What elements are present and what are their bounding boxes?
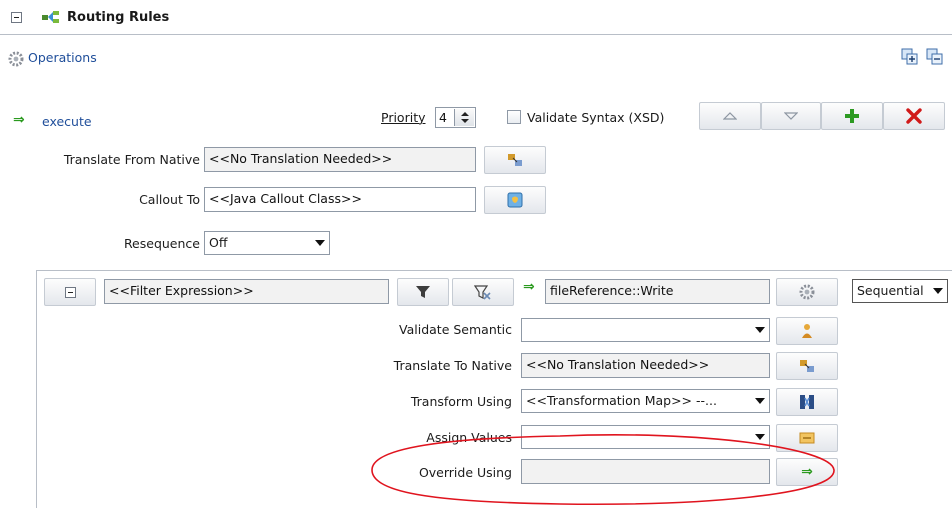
transform-using-value: <<Transformation Map>> --... [526,393,717,408]
callout-to-field[interactable]: <<Java Callout Class>> [204,187,476,212]
gear-icon [8,51,24,67]
priority-value: 4 [439,110,447,125]
transform-using-label: Transform Using [410,394,512,409]
callout-browse-button[interactable] [484,186,546,214]
resequence-label: Resequence [123,236,200,251]
execute-operation-link[interactable]: execute [42,114,92,129]
transform-using-select[interactable]: <<Transformation Map>> --... [521,389,770,413]
clear-filter-icon [474,285,491,300]
header-divider [0,34,952,35]
collapse-all-icon[interactable] [926,48,944,66]
operations-link[interactable]: Operations [28,50,97,65]
translation-icon [800,360,814,372]
schematron-icon [802,324,812,338]
filter-expression-field[interactable]: <<Filter Expression>> [104,279,389,304]
validate-semantic-button[interactable] [776,317,838,345]
expand-all-icon[interactable] [901,48,919,66]
transformation-map-icon [800,395,814,409]
execution-mode-select[interactable]: Sequential [852,279,948,303]
override-using-label: Override Using [418,465,512,480]
collapse-toggle-icon [64,286,76,298]
override-using-button[interactable]: ⇒ [776,458,838,486]
gear-icon [799,284,815,300]
priority-label: Priority [381,110,426,125]
move-up-button[interactable] [699,102,761,130]
priority-label-text: Priority [381,110,426,125]
assign-values-button[interactable] [776,424,838,452]
resequence-value: Off [209,235,228,250]
transform-map-button[interactable] [776,388,838,416]
validate-semantic-label: Validate Semantic [399,322,512,337]
green-arrow-icon: ⇒ [801,464,813,480]
execution-mode-value: Sequential [857,283,924,298]
priority-spinner[interactable]: 4 [435,107,476,128]
filter-icon [416,286,430,298]
add-button[interactable] [821,102,883,130]
collapse-routing-rules-toggle[interactable] [11,12,22,23]
translation-icon [508,154,522,166]
translate-from-native-field[interactable]: <<No Translation Needed>> [204,147,476,172]
routing-rules-icon [41,9,61,25]
callout-to-label: Callout To [139,192,200,207]
delete-button[interactable] [883,102,945,130]
clear-filter-button[interactable] [452,278,514,306]
validate-syntax-checkbox[interactable] [507,110,521,124]
page-title: Routing Rules [67,10,170,25]
resequence-select[interactable]: Off [204,231,330,255]
translate-to-native-field[interactable]: <<No Translation Needed>> [521,353,770,378]
translate-from-native-button[interactable] [484,146,546,174]
delete-icon [906,108,922,124]
filter-button[interactable] [397,278,449,306]
collapse-filter-button[interactable] [44,278,96,306]
assign-values-icon [799,432,815,444]
assign-values-label: Assign Values [426,430,512,445]
move-down-button[interactable] [761,102,821,130]
assign-values-select[interactable] [521,425,770,449]
translate-to-native-button[interactable] [776,352,838,380]
validate-semantic-select[interactable] [521,318,770,342]
add-icon [845,109,859,123]
target-settings-button[interactable] [776,278,838,306]
translate-from-native-label: Translate From Native [63,152,200,167]
route-target-arrow-icon: ⇒ [523,279,535,295]
green-arrow-icon: ⇒ [13,112,25,128]
route-target-field: fileReference::Write [545,279,770,304]
spinner-arrows-icon[interactable] [454,109,474,126]
java-class-icon [507,192,523,208]
translate-to-native-label: Translate To Native [393,358,512,373]
override-using-field[interactable] [521,459,770,484]
validate-syntax-label: Validate Syntax (XSD) [527,110,665,125]
